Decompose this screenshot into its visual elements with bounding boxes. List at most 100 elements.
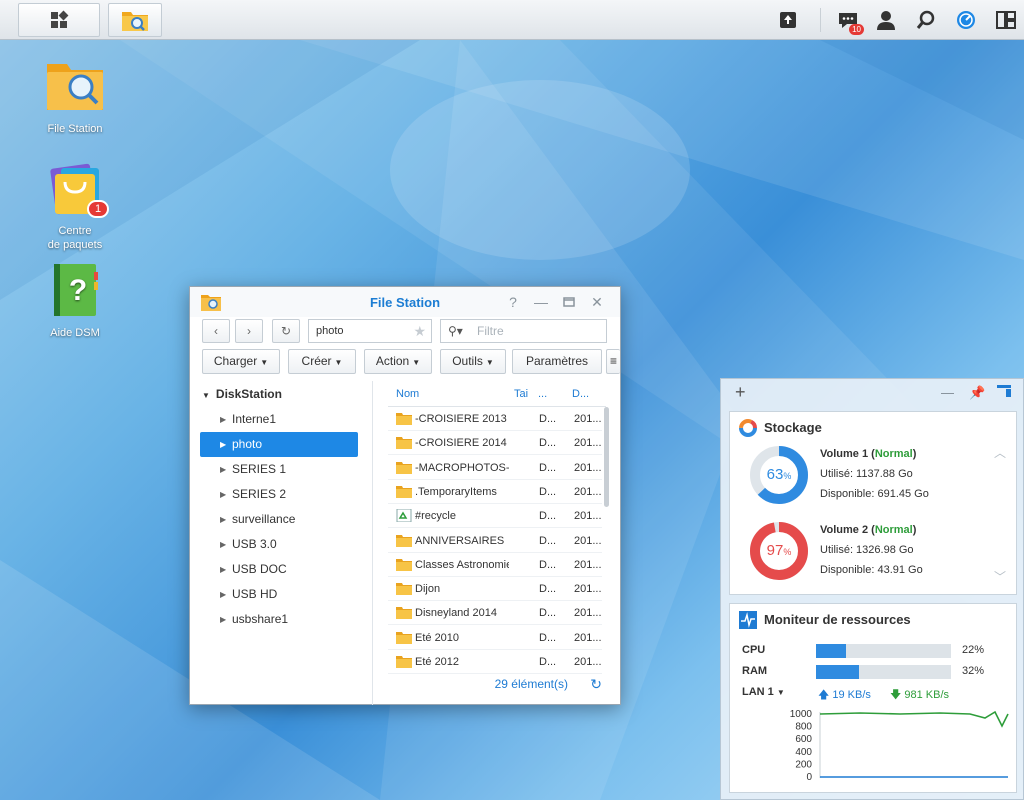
forward-button[interactable]: › [235,319,263,343]
file-type: D... [539,656,557,668]
cpu-usage-fill [816,644,846,658]
file-row[interactable]: ANNIVERSAIRES D... 201... [388,529,602,553]
tree-root-diskstation[interactable]: ▼ DiskStation [202,387,282,401]
show-desktop-button[interactable] [988,0,1024,40]
refresh-list-icon[interactable]: ↻ [590,676,602,693]
notifications-button[interactable]: 10 [830,0,866,40]
file-name: -MACROPHOTOS- [415,461,509,474]
window-title: File Station [369,295,441,310]
search-dropdown-icon[interactable]: ⚲▾ [448,320,463,342]
tree-item-label: SERIES 1 [232,462,287,476]
volume-1-name-text: Volume 1 [820,448,869,460]
desktop-icon-file-station[interactable]: File Station [25,58,125,136]
tree-item-surveillance[interactable]: ▶ surveillance [200,507,358,532]
desktop-icon-label: Centre [58,225,92,237]
file-type: D... [539,461,557,474]
panel-layout-icon[interactable] [997,385,1011,400]
desktop-icon-package-center[interactable]: 1 Centre de paquets [25,160,125,252]
column-header-type[interactable]: ... [538,388,547,400]
file-row[interactable]: -CROISIERE 2014 D... 201... [388,431,602,456]
lan-selector[interactable]: LAN 1 ▼ [742,686,785,698]
file-date: 201... [574,437,602,450]
file-row[interactable]: -CROISIERE 2013 D... 201... [388,407,602,431]
pin-icon[interactable]: 📌 [969,385,985,401]
maximize-button[interactable] [560,293,578,311]
tree-item-label: USB DOC [232,562,287,576]
file-row[interactable]: Dijon D... 201... [388,577,602,602]
ram-label: RAM [742,665,768,677]
tools-button[interactable]: Outils ▼ [440,349,506,374]
create-button[interactable]: Créer ▼ [288,349,356,374]
caret-down-icon: ▼ [412,358,421,367]
download-series-line [819,710,1009,728]
column-header-size[interactable]: Tai [514,388,528,400]
window-titlebar[interactable]: File Station ? — ✕ [190,287,620,317]
upload-queue-button[interactable] [770,0,806,40]
folder-icon [396,534,412,547]
volume-1-name: Volume 1 (Normal) [820,448,917,460]
tree-item-usbshare1[interactable]: ▶ usbshare1 [200,607,358,632]
minimize-button[interactable]: — [532,293,550,311]
main-menu-button[interactable] [18,3,100,37]
settings-label: Paramètres [525,354,589,368]
file-list-scrollbar[interactable] [604,407,609,507]
caret-down-icon: ▼ [260,358,269,367]
desktop-icon-dsm-help[interactable]: ? Aide DSM [25,262,125,340]
file-row[interactable]: Eté 2010 D... 201... [388,626,602,650]
desktop-icon-label: File Station [47,123,103,135]
widget-panel-header: + — 📌 [721,379,1023,409]
volume-2-name: Volume 2 (Normal) [820,524,917,536]
help-button[interactable]: ? [504,293,522,311]
file-type: D... [539,534,557,547]
tree-item-usb-doc[interactable]: ▶ USB DOC [200,557,358,582]
chevron-down-icon[interactable]: ﹀ [994,568,1006,585]
view-menu-button[interactable]: ≡ [606,349,620,374]
desktop-icon-label: Aide DSM [50,327,100,339]
file-row[interactable]: -MACROPHOTOS- D... 201... [388,456,602,480]
search-button[interactable] [908,0,944,40]
refresh-button[interactable]: ↻ [272,319,300,343]
chevron-up-icon[interactable]: ︿ [994,444,1006,461]
file-type: D... [539,510,557,523]
add-widget-icon[interactable]: + [735,382,746,403]
file-row[interactable]: Classes Astronomie D... 201... [388,553,602,577]
taskbar-file-station-button[interactable] [108,3,162,37]
action-button[interactable]: Action ▼ [364,349,432,374]
path-input[interactable]: photo ★ [308,319,432,343]
upload-tray-icon [780,12,796,28]
upload-button[interactable]: Charger ▼ [202,349,280,374]
tree-item-series-1[interactable]: ▶ SERIES 1 [200,457,358,482]
user-button[interactable] [868,0,904,40]
favorite-star-icon[interactable]: ★ [413,320,426,342]
recycle-bin-icon [396,509,412,523]
widgets-toggle-button[interactable] [948,0,984,40]
tree-item-usb-3[interactable]: ▶ USB 3.0 [200,532,358,557]
ram-usage-bar [816,665,951,679]
file-type: D... [539,583,557,596]
file-row[interactable]: #recycle D... 201... [388,504,602,529]
apps-grid-icon [51,10,69,28]
close-button[interactable]: ✕ [588,293,606,311]
column-header-date[interactable]: D... [572,388,589,400]
file-date: 201... [574,510,602,523]
storage-widget: Stockage ︿ ﹀ 63% Volume 1 (Normal) Utili… [729,411,1017,595]
tree-item-photo[interactable]: ▶ photo [200,432,358,457]
tree-item-usb-hd[interactable]: ▶ USB HD [200,582,358,607]
column-header-name[interactable]: Nom [396,388,419,400]
tree-item-label: USB HD [232,587,278,601]
folder-tree: ▼ DiskStation ▶ Interne1 ▶ photo ▶ SERIES 1 … [190,381,373,705]
resource-monitor-widget: Moniteur de ressources CPU 22% RAM 32% L… [729,603,1017,793]
filter-input[interactable]: ⚲▾ Filtre [440,319,607,343]
settings-button[interactable]: Paramètres [512,349,602,374]
file-name: .TemporaryItems [415,485,497,498]
resource-monitor-title: Moniteur de ressources [764,612,911,627]
file-row[interactable]: Disneyland 2014 D... 201... [388,601,602,626]
back-button[interactable]: ‹ [202,319,230,343]
minimize-panel-icon[interactable]: — [941,385,954,400]
file-row[interactable]: .TemporaryItems D... 201... [388,480,602,504]
tree-item-series-2[interactable]: ▶ SERIES 2 [200,482,358,507]
navigation-toolbar: ‹ › ↻ photo ★ ⚲▾ Filtre [190,317,620,351]
folder-icon [396,485,412,498]
tree-item-interne1[interactable]: ▶ Interne1 [200,407,358,432]
folder-icon [396,583,412,596]
